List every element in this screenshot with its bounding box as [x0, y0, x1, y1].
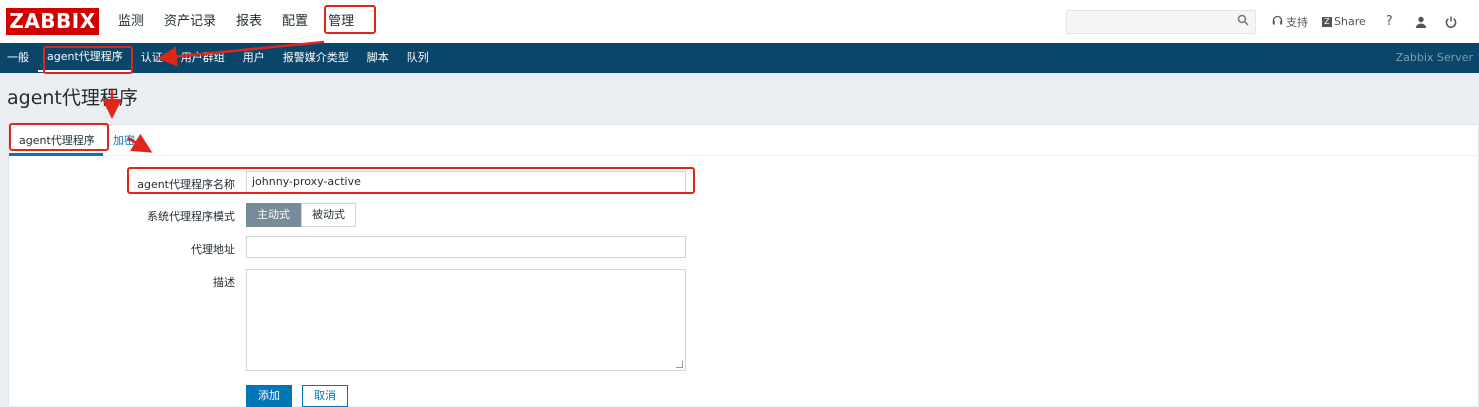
annotation-arrows	[102, 40, 325, 153]
arrow-to-proxies	[157, 40, 325, 67]
arrow-to-name	[127, 133, 153, 153]
